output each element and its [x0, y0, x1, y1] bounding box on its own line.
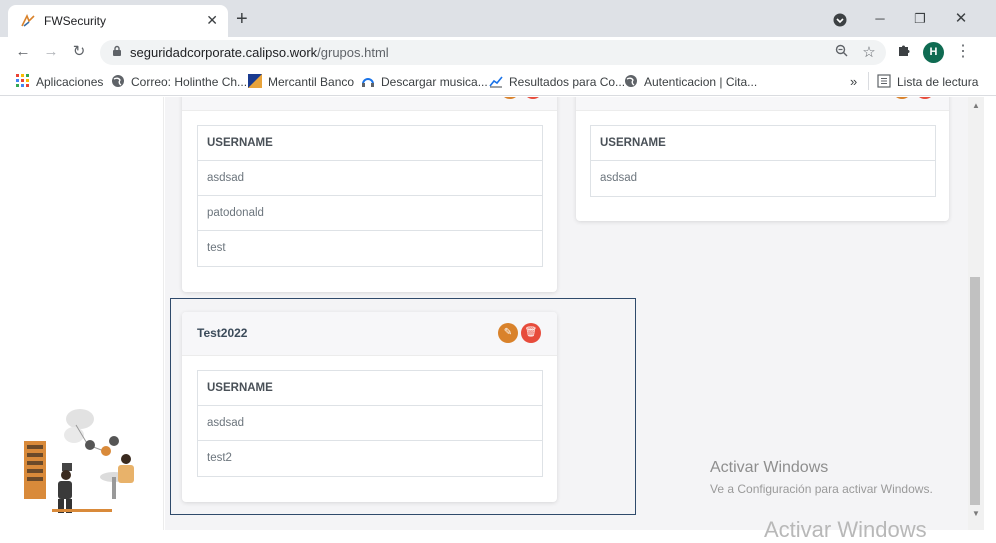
page-scrollbar[interactable]: ▲ ▼: [968, 97, 984, 530]
chart-icon: [489, 74, 503, 88]
bookmark-label: Autenticacion | Cita...: [644, 75, 758, 89]
bank-icon: [248, 74, 262, 88]
table-row: test: [207, 242, 226, 254]
bookmark-aplicaciones[interactable]: Aplicaciones: [16, 74, 103, 90]
bookmark-label: Aplicaciones: [36, 75, 104, 89]
bookmark-autenticacion[interactable]: Autenticacion | Cita...: [624, 74, 757, 90]
security-illustration: [24, 409, 134, 513]
profile-menu-icon[interactable]: [820, 6, 860, 32]
activate-windows-title: Activar Windows: [710, 459, 829, 476]
group-card-header: ✎ 🗑: [182, 97, 557, 111]
group-card: ✎ 🗑 USERNAME asdsad patodonald test: [182, 97, 557, 292]
activate-windows-ghost: Activar Windows: [764, 517, 927, 542]
browser-toolbar: ← → ↻ seguridadcorporate.calipso.work/gr…: [0, 37, 996, 67]
address-bar[interactable]: seguridadcorporate.calipso.work/grupos.h…: [100, 40, 886, 65]
bookmarks-divider: [868, 72, 869, 90]
globe-icon: [624, 74, 638, 88]
group-card: ✎ 🗑 USERNAME asdsad: [576, 97, 949, 221]
edit-group-button[interactable]: ✎: [892, 97, 912, 99]
bookmark-mercantil[interactable]: Mercantil Banco: [248, 74, 354, 90]
edit-group-button[interactable]: ✎: [500, 97, 520, 99]
lock-icon[interactable]: [108, 44, 126, 62]
bookmark-descargar-musica[interactable]: Descargar musica...: [361, 74, 488, 90]
back-arrow-icon[interactable]: ←: [12, 41, 34, 63]
table-row: asdsad: [600, 172, 638, 184]
restore-icon[interactable]: ❐: [900, 6, 940, 32]
zoom-icon[interactable]: [832, 44, 850, 62]
apps-grid-icon: [16, 74, 30, 88]
table-row: patodonald: [198, 196, 542, 231]
username-column-header: USERNAME: [198, 126, 542, 161]
bookmark-resultados[interactable]: Resultados para Co...: [489, 74, 625, 90]
browser-tab[interactable]: FWSecurity ✕: [8, 5, 228, 37]
bookmark-label: Resultados para Co...: [509, 75, 626, 89]
users-table: USERNAME asdsad patodonald test: [197, 125, 543, 267]
username-column-header: USERNAME: [591, 126, 935, 161]
sidebar: [0, 97, 164, 530]
extensions-puzzle-icon[interactable]: [893, 41, 915, 63]
reading-list-icon: [877, 74, 891, 88]
scroll-thumb[interactable]: [970, 277, 980, 505]
minimize-icon[interactable]: ─: [860, 6, 900, 32]
profile-avatar[interactable]: H: [923, 42, 944, 63]
delete-group-button[interactable]: 🗑: [915, 97, 935, 99]
users-table: USERNAME asdsad: [590, 125, 936, 197]
music-icon: [361, 74, 375, 88]
reading-list-button[interactable]: Lista de lectura: [877, 74, 978, 90]
activate-windows-subtitle: Ve a Configuración para activar Windows.: [710, 482, 933, 496]
close-window-icon[interactable]: ✕: [941, 6, 981, 32]
new-tab-button[interactable]: +: [236, 9, 248, 29]
browser-menu-icon[interactable]: ⋮: [952, 41, 974, 63]
url-path: /grupos.html: [317, 45, 389, 60]
bookmark-label: Descargar musica...: [381, 75, 488, 89]
tab-strip: FWSecurity ✕ + ─ ❐ ✕: [0, 0, 996, 37]
url-text: seguridadcorporate.calipso.work/grupos.h…: [130, 45, 389, 60]
globe-icon: [111, 74, 125, 88]
bookmark-star-icon[interactable]: ☆: [860, 44, 878, 62]
selection-highlight: [170, 298, 636, 515]
delete-group-button[interactable]: 🗑: [523, 97, 543, 99]
forward-arrow-icon[interactable]: →: [40, 41, 62, 63]
fwsecurity-favicon-icon: [20, 13, 36, 29]
bookmarks-overflow-button[interactable]: »: [850, 74, 857, 90]
reload-icon[interactable]: ↻: [68, 41, 90, 63]
scroll-down-icon[interactable]: ▼: [971, 509, 981, 518]
scroll-up-icon[interactable]: ▲: [971, 101, 981, 110]
tab-close-icon[interactable]: ✕: [206, 12, 218, 28]
bookmark-label: Mercantil Banco: [268, 75, 355, 89]
bookmark-correo[interactable]: Correo: Holinthe Ch...: [111, 74, 247, 90]
reading-list-label: Lista de lectura: [897, 75, 979, 89]
group-card-header: ✎ 🗑: [576, 97, 949, 111]
bookmark-label: Correo: Holinthe Ch...: [131, 75, 248, 89]
table-row: asdsad: [198, 161, 542, 196]
tab-title: FWSecurity: [44, 14, 107, 28]
url-domain: seguridadcorporate.calipso.work: [130, 45, 318, 60]
bookmarks-bar: Aplicaciones Correo: Holinthe Ch... Merc…: [0, 67, 996, 96]
